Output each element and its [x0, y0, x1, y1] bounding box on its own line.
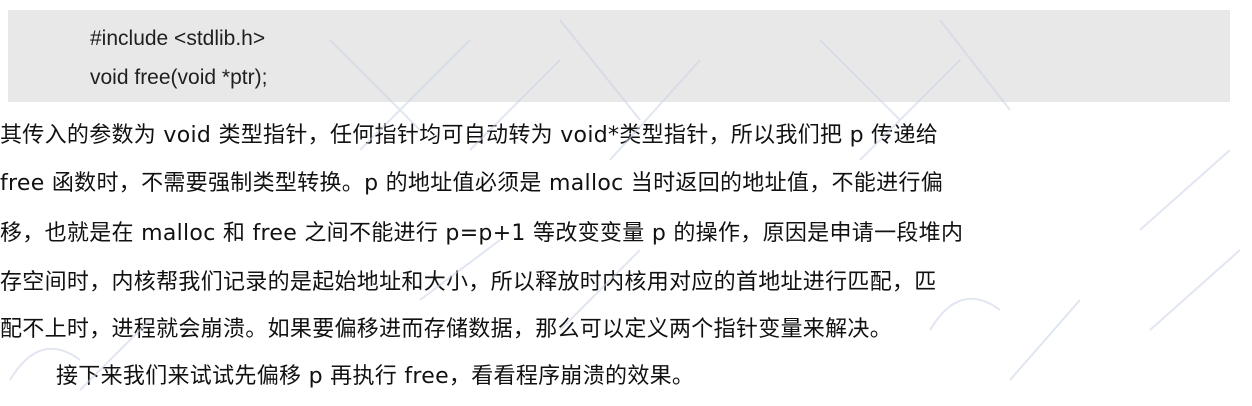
paragraph-line-5: 配不上时，进程就会崩溃。如果要偏移进而存储数据，那么可以定义两个指针变量来解决。	[0, 317, 893, 342]
code-block: #include <stdlib.h> void free(void *ptr)…	[8, 10, 1230, 102]
paragraph-line-2: free 函数时，不需要强制类型转换。p 的地址值必须是 malloc 当时返回…	[0, 171, 944, 196]
paragraph-line-1: 其传入的参数为 void 类型指针，任何指针均可自动转为 void*类型指针，所…	[0, 123, 939, 148]
paragraph-line-3: 移，也就是在 malloc 和 free 之间不能进行 p=p+1 等改变变量 …	[0, 221, 964, 246]
code-line-include: #include <stdlib.h>	[90, 27, 266, 50]
paragraph-line-6: 接下来我们来试试先偏移 p 再执行 free，看看程序崩溃的效果。	[56, 364, 695, 389]
code-line-free-signature: void free(void *ptr);	[90, 66, 268, 89]
paragraph-line-4: 存空间时，内核帮我们记录的是起始地址和大小，所以释放时内核用对应的首地址进行匹配…	[0, 270, 937, 295]
